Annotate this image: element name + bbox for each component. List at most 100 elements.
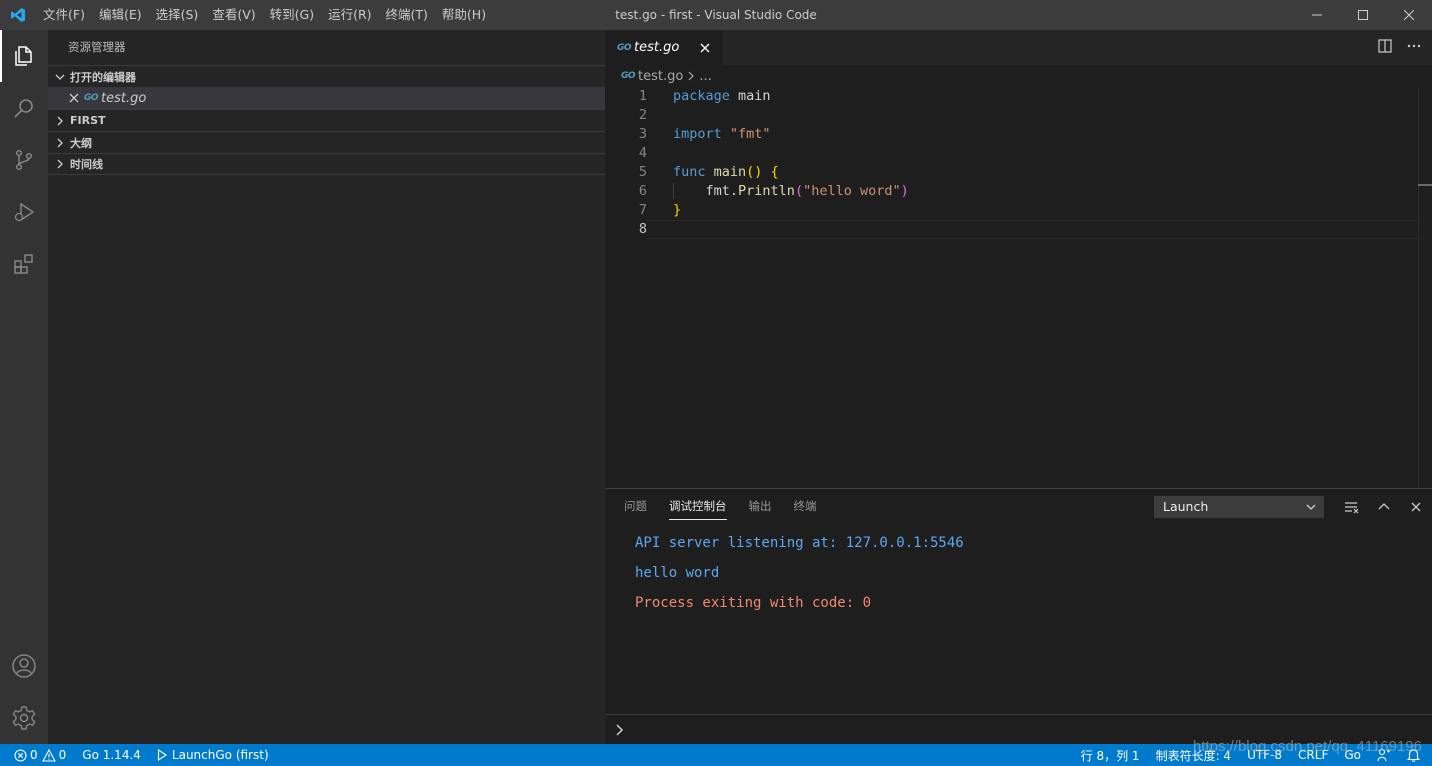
more-actions-button[interactable] [1406,39,1422,57]
activity-extensions[interactable] [0,238,48,290]
problems-status[interactable]: 0 0 [0,744,74,766]
chevron-up-icon [1378,502,1390,509]
close-window-button[interactable] [1386,0,1432,30]
tab-problems[interactable]: 问题 [613,489,658,524]
code-line: 6 fmt.Println("hello word") [605,182,1432,201]
line-number: 8 [638,221,647,237]
code-line: 2 [605,106,1432,125]
code-token: fmt. [705,183,739,199]
line-number: 7 [638,202,647,218]
activity-manage[interactable] [0,692,48,744]
status-bar: 0 0 Go 1.14.4 LaunchGo (first) 行 8，列 1 制… [0,744,1432,766]
section-open-editors[interactable]: 打开的编辑器 [48,65,605,87]
line-number: 4 [638,145,647,161]
menu-selection[interactable]: 选择(S) [149,0,206,30]
feedback-person-icon [1377,748,1390,762]
explorer-icon [15,46,32,66]
cursor-position-status[interactable]: 行 8，列 1 [1073,744,1148,766]
launch-label: LaunchGo (first) [171,748,269,762]
feedback-button[interactable] [1369,744,1399,766]
line-number: 2 [638,107,647,123]
go-version-status[interactable]: Go 1.14.4 [74,744,149,766]
minimize-button[interactable] [1294,0,1340,30]
minimize-icon [1312,14,1322,16]
menu-edit[interactable]: 编辑(E) [92,0,149,30]
clear-console-button[interactable] [1336,496,1368,518]
settings-gear-icon [12,706,36,730]
maximize-button[interactable] [1340,0,1386,30]
indentation-status[interactable]: 制表符长度: 4 [1148,744,1240,766]
menu-go[interactable]: 转到(G) [263,0,321,30]
activity-source-control[interactable] [0,134,48,186]
debug-console-input[interactable] [605,714,1432,744]
breadcrumb-file[interactable]: test.go [638,69,683,84]
chevron-down-icon [52,69,68,85]
tab-close-button[interactable] [697,40,713,56]
chevron-right-icon [52,135,68,151]
section-timeline[interactable]: 时间线 [48,153,605,175]
editor-scrollbar[interactable] [1418,87,1432,487]
section-folder-first[interactable]: FIRST [48,109,605,131]
code-token: "fmt" [721,126,771,142]
menu-view[interactable]: 查看(V) [205,0,262,30]
tab-label: test.go [634,40,680,55]
code-token: main [705,164,747,180]
bottom-panel: 问题 调试控制台 输出 终端 Launch API server listeni… [605,488,1432,744]
go-file-icon: GO [621,71,636,81]
tab-debug-console[interactable]: 调试控制台 [658,489,738,524]
notifications-button[interactable] [1399,744,1432,766]
code-editor[interactable]: 1 package main 2 3 import "fmt" 4 5 func ma… [605,87,1432,239]
title-bar: 文件(F) 编辑(E) 选择(S) 查看(V) 转到(G) 运行(R) 终端(T… [0,0,1432,30]
source-control-icon [15,149,33,171]
breadcrumb-symbol[interactable]: ... [699,69,711,84]
breadcrumb: GO test.go ... [605,65,1432,87]
tab-test-go[interactable]: GO test.go [605,30,723,65]
code-line: 4 [605,144,1432,163]
code-token: main [729,88,771,104]
line-number: 5 [638,164,647,180]
chevron-down-icon [1305,500,1317,517]
code-line: 5 func main() { [605,163,1432,182]
open-editor-filename: test.go [101,90,147,106]
maximize-panel-button[interactable] [1368,496,1400,518]
tab-terminal[interactable]: 终端 [783,489,828,524]
split-editor-button[interactable] [1378,38,1392,57]
eol-status[interactable]: CRLF [1290,744,1336,766]
launch-status[interactable]: LaunchGo (first) [149,744,277,766]
activity-accounts[interactable] [0,640,48,692]
code-token: import [673,126,722,142]
activity-run-debug[interactable] [0,186,48,238]
activity-bar [0,30,48,744]
section-outline[interactable]: 大纲 [48,131,605,153]
explorer-sidebar: 资源管理器 打开的编辑器 GO test.go FIRST 大纲 时间线 [48,30,605,744]
code-token: () [746,164,763,180]
code-token: "hello word" [803,183,901,199]
close-icon [700,43,710,52]
menu-help[interactable]: 帮助(H) [435,0,493,30]
launch-config-value: Launch [1163,499,1209,514]
close-icon[interactable] [66,93,82,103]
console-line: API server listening at: 127.0.0.1:5546 [635,535,964,551]
menu-run[interactable]: 运行(R) [321,0,378,30]
error-icon [14,748,27,762]
activity-search[interactable] [0,82,48,134]
launch-config-select[interactable]: Launch [1154,495,1324,518]
line-number: 1 [638,88,647,104]
window-controls [1294,0,1432,30]
code-token: func [673,164,706,180]
menu-terminal[interactable]: 终端(T) [379,0,435,30]
editor-group: GO test.go GO test.go ... 1 package main … [605,30,1432,488]
editor-actions [1378,30,1422,65]
activity-explorer[interactable] [0,30,48,82]
close-icon [1411,502,1421,511]
menu-file[interactable]: 文件(F) [36,0,92,30]
encoding-status[interactable]: UTF-8 [1239,744,1290,766]
open-editor-item[interactable]: GO test.go [48,87,605,109]
chevron-right-icon [687,71,695,81]
language-status[interactable]: Go [1336,744,1369,766]
tab-output[interactable]: 输出 [738,489,783,524]
close-panel-button[interactable] [1400,496,1432,518]
code-line-current: 8 [605,220,1432,239]
